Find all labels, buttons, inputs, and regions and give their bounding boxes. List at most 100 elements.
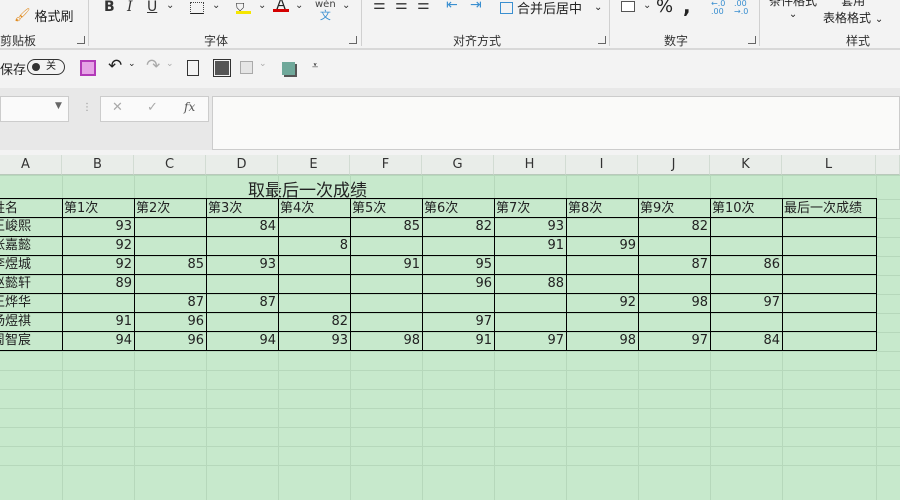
column-header-J[interactable]: J <box>638 155 710 175</box>
table-cell[interactable] <box>134 274 207 294</box>
column-header-A[interactable]: A <box>0 155 62 175</box>
bold-button[interactable]: B <box>104 0 115 15</box>
cancel-button[interactable]: ✕ <box>112 100 123 115</box>
table-cell[interactable] <box>710 236 783 256</box>
table-cell[interactable]: 91 <box>350 255 423 275</box>
clipboard-launcher-icon[interactable] <box>77 36 85 44</box>
table-cell[interactable] <box>278 274 351 294</box>
table-cell[interactable] <box>278 293 351 313</box>
column-header-G[interactable]: G <box>422 155 494 175</box>
table-cell[interactable]: 86 <box>710 255 783 275</box>
table-cell[interactable]: 87 <box>638 255 711 275</box>
table-cell[interactable] <box>350 293 423 313</box>
table-cell[interactable]: 82 <box>638 217 711 237</box>
italic-button[interactable]: I <box>127 0 133 15</box>
table-cell[interactable] <box>638 312 711 332</box>
header-cell[interactable]: 第3次 <box>206 198 279 218</box>
column-header-H[interactable]: H <box>494 155 566 175</box>
table-cell[interactable] <box>350 312 423 332</box>
underline-button[interactable]: U <box>147 0 157 15</box>
table-cell[interactable]: 88 <box>494 274 567 294</box>
table-cell[interactable] <box>782 255 877 275</box>
table-cell[interactable]: 94 <box>206 331 279 351</box>
save-icon[interactable] <box>80 60 96 76</box>
table-cell[interactable]: 87 <box>206 293 279 313</box>
spreadsheet-grid[interactable]: 取最后一次成绩 ABCDEFGHIJKL姓名第1次第2次第3次第4次第5次第6次… <box>0 155 900 500</box>
table-cell[interactable] <box>566 312 639 332</box>
table-cell[interactable]: 82 <box>422 217 495 237</box>
column-header-L[interactable]: L <box>782 155 876 175</box>
print-preview-icon[interactable] <box>187 60 199 76</box>
increase-indent-icon[interactable]: ⇥ <box>470 0 482 13</box>
chevron-down-icon[interactable]: ⌄ <box>128 59 136 69</box>
table-cell[interactable] <box>278 217 351 237</box>
table-cell[interactable]: 92 <box>62 255 135 275</box>
table-cell[interactable] <box>62 293 135 313</box>
header-cell[interactable]: 第9次 <box>638 198 711 218</box>
table-cell[interactable] <box>782 274 877 294</box>
table-cell[interactable]: 王峻熙 <box>0 217 63 237</box>
fill-color-button[interactable]: ⛉ <box>236 0 251 14</box>
table-cell[interactable]: 97 <box>638 331 711 351</box>
table-cell[interactable]: 97 <box>422 312 495 332</box>
table-cell[interactable]: 97 <box>710 293 783 313</box>
insert-function-button[interactable]: fx <box>184 100 195 114</box>
column-header-E[interactable]: E <box>278 155 350 175</box>
alignment-launcher-icon[interactable] <box>598 36 606 44</box>
align-right-icon[interactable]: ☰ <box>417 0 430 13</box>
header-cell[interactable]: 第1次 <box>62 198 135 218</box>
undo-icon[interactable]: ↶ <box>108 56 122 76</box>
table-cell[interactable] <box>134 217 207 237</box>
table-cell[interactable]: 92 <box>62 236 135 256</box>
header-cell[interactable]: 第10次 <box>710 198 783 218</box>
chevron-down-icon[interactable]: ⌄ <box>212 0 220 11</box>
table-cell[interactable]: 93 <box>278 331 351 351</box>
comma-button[interactable]: , <box>683 0 691 18</box>
confirm-button[interactable]: ✓ <box>147 100 158 115</box>
table-cell[interactable]: 93 <box>494 217 567 237</box>
header-cell[interactable]: 姓名 <box>0 198 63 218</box>
increase-decimal-icon[interactable]: ←.0.00 <box>711 0 725 16</box>
customize-toolbar-icon[interactable]: ⩡ <box>312 59 318 73</box>
color-icon[interactable] <box>282 62 295 75</box>
table-cell[interactable] <box>494 255 567 275</box>
column-header-B[interactable]: B <box>62 155 134 175</box>
table-cell[interactable]: 96 <box>422 274 495 294</box>
table-cell[interactable]: 99 <box>566 236 639 256</box>
redo-icon[interactable]: ↷ <box>146 56 160 76</box>
conditional-format-button[interactable]: 条件格式 ⌄ <box>769 0 817 20</box>
column-header-I[interactable]: I <box>566 155 638 175</box>
table-cell[interactable]: 杨煜祺 <box>0 312 63 332</box>
chevron-down-icon[interactable]: ▼ <box>55 101 62 111</box>
header-cell[interactable]: 第5次 <box>350 198 423 218</box>
table-cell[interactable] <box>638 236 711 256</box>
crop-icon[interactable] <box>213 59 231 77</box>
table-cell[interactable] <box>278 255 351 275</box>
autosave-toggle[interactable]: 关 <box>27 59 65 75</box>
table-cell[interactable]: 94 <box>62 331 135 351</box>
table-cell[interactable] <box>134 236 207 256</box>
align-left-icon[interactable]: ☰ <box>373 0 386 13</box>
header-cell[interactable]: 第4次 <box>278 198 351 218</box>
table-cell[interactable]: 96 <box>134 331 207 351</box>
table-cell[interactable]: 91 <box>62 312 135 332</box>
border-icon[interactable] <box>190 2 204 14</box>
table-cell[interactable]: 98 <box>350 331 423 351</box>
table-cell[interactable] <box>638 274 711 294</box>
table-cell[interactable] <box>566 255 639 275</box>
table-cell[interactable] <box>710 312 783 332</box>
table-cell[interactable]: 96 <box>134 312 207 332</box>
format-painter-button[interactable]: 🖌 格式刷 <box>14 6 74 25</box>
chevron-down-icon[interactable]: ⌄ <box>166 59 174 69</box>
table-cell[interactable]: 92 <box>566 293 639 313</box>
table-cell[interactable]: 93 <box>206 255 279 275</box>
number-format-icon[interactable] <box>621 1 635 12</box>
chevron-down-icon[interactable]: ⌄ <box>295 0 303 11</box>
chevron-down-icon[interactable]: ⌄ <box>342 0 350 11</box>
table-cell[interactable]: 王烨华 <box>0 293 63 313</box>
chevron-down-icon[interactable]: ⌄ <box>258 0 266 11</box>
table-cell[interactable] <box>206 274 279 294</box>
chevron-down-icon[interactable]: ⌄ <box>259 59 267 69</box>
decrease-decimal-icon[interactable]: .00 →.0 <box>734 0 748 16</box>
chevron-down-icon[interactable]: ⌄ <box>166 0 174 11</box>
